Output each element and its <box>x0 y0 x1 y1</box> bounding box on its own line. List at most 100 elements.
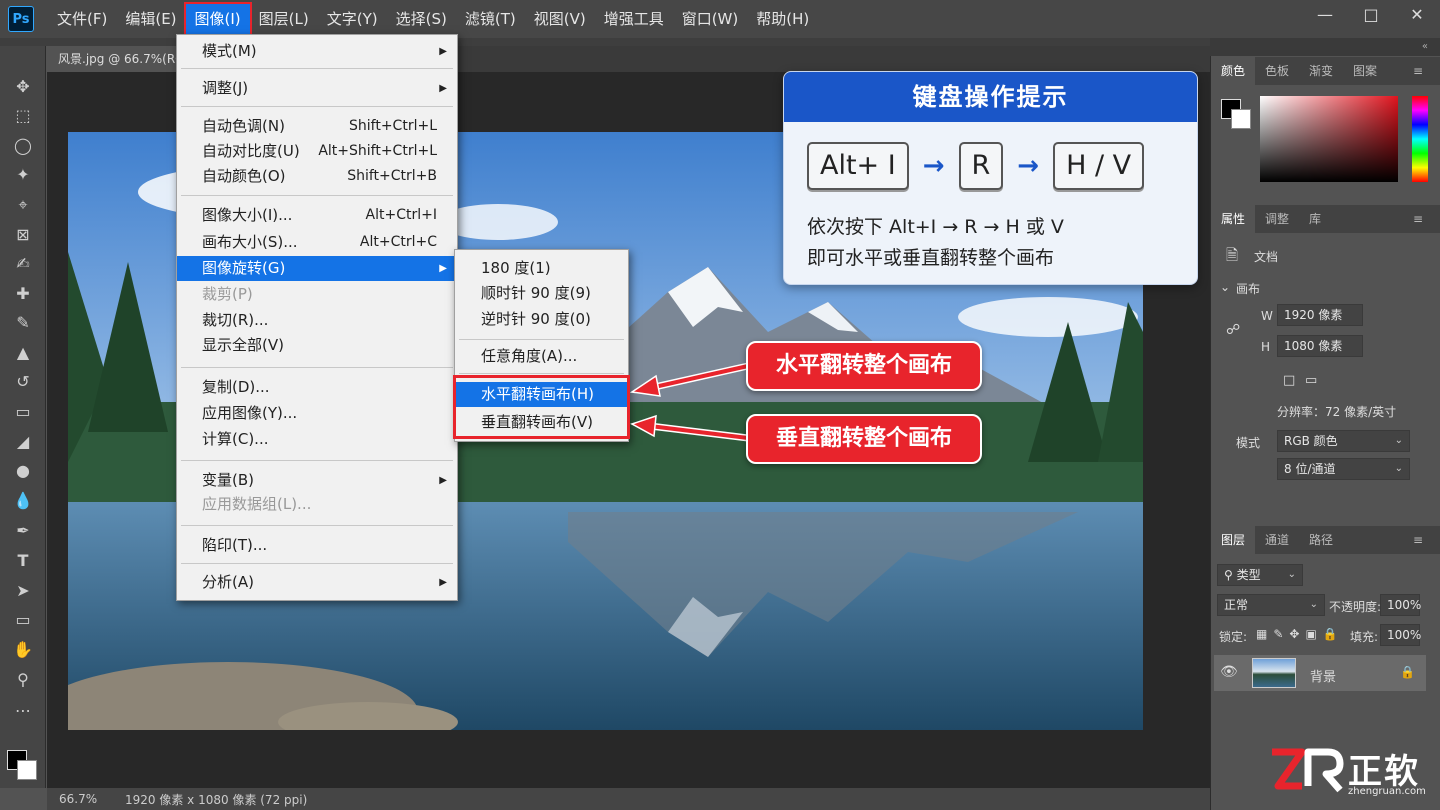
menu-item-label: 显示全部(V) <box>202 336 284 354</box>
brush-tool-icon[interactable]: ✎ <box>12 312 34 334</box>
color-panel-background[interactable] <box>1231 109 1251 129</box>
fill-field[interactable]: 100% <box>1380 624 1421 646</box>
tab-adjustments[interactable]: 调整 <box>1255 205 1299 233</box>
landscape-orientation-icon[interactable]: ▭ <box>1305 373 1317 388</box>
pen-tool-icon[interactable]: ✒ <box>12 520 34 542</box>
canvas-height-field[interactable]: 1080 像素 <box>1277 335 1363 357</box>
menu-item-auto-color[interactable]: 自动颜色(O) Shift+Ctrl+B <box>177 164 457 189</box>
chevron-down-icon: ⌄ <box>1309 599 1318 610</box>
menu-separator <box>181 525 453 526</box>
menu-filter[interactable]: 滤镜(T) <box>456 4 525 34</box>
paint-bucket-tool-icon[interactable]: ◢ <box>12 431 34 453</box>
tab-gradients[interactable]: 渐变 <box>1299 57 1343 85</box>
layer-row-background[interactable]: 👁 背景 🔒 <box>1214 655 1426 691</box>
color-picker-field[interactable] <box>1260 96 1398 182</box>
layer-filter-select[interactable]: ⚲ 类型 ⌄ <box>1217 564 1303 586</box>
menu-item-analysis[interactable]: 分析(A) ▶ <box>177 570 457 595</box>
zoom-tool-icon[interactable]: ⚲ <box>12 669 34 691</box>
bit-depth-select[interactable]: 8 位/通道 ⌄ <box>1277 458 1410 480</box>
blend-mode-select[interactable]: 正常 ⌄ <box>1217 594 1325 616</box>
type-tool-icon[interactable]: T <box>12 550 34 572</box>
lock-icon: 🔒 <box>1400 665 1415 679</box>
canvas-width-field[interactable]: 1920 像素 <box>1277 304 1363 326</box>
tab-paths[interactable]: 路径 <box>1299 526 1343 554</box>
menu-item-canvas-size[interactable]: 画布大小(S)... Alt+Ctrl+C <box>177 230 457 255</box>
menu-help[interactable]: 帮助(H) <box>747 4 818 34</box>
background-color-swatch[interactable] <box>17 760 37 780</box>
hue-slider[interactable] <box>1412 96 1428 182</box>
menu-window[interactable]: 窗口(W) <box>673 4 748 34</box>
menu-select[interactable]: 选择(S) <box>387 4 456 34</box>
document-tab[interactable]: 风景.jpg @ 66.7%(RGB <box>46 46 186 72</box>
lasso-tool-icon[interactable]: ◯ <box>12 135 34 157</box>
menu-edit[interactable]: 编辑(E) <box>116 4 185 34</box>
mode-label: 模式 <box>1236 436 1261 450</box>
menu-item-image-rotation[interactable]: 图像旋转(G) ▶ <box>177 256 457 281</box>
menu-image[interactable]: 图像(I) <box>183 2 252 36</box>
menu-item-auto-contrast[interactable]: 自动对比度(U) Alt+Shift+Ctrl+L <box>177 139 457 164</box>
opacity-field[interactable]: 100% <box>1380 594 1421 616</box>
maximize-icon[interactable]: □ <box>1348 0 1394 30</box>
menu-item-image-size[interactable]: 图像大小(I)... Alt+Ctrl+I <box>177 203 457 228</box>
menu-item-label: 分析(A) <box>202 573 254 591</box>
menu-type[interactable]: 文字(Y) <box>318 4 387 34</box>
dodge-tool-icon[interactable]: 💧 <box>12 490 34 512</box>
menu-item-trim[interactable]: 裁切(R)... <box>177 308 457 333</box>
frame-tool-icon[interactable]: ⊠ <box>12 224 34 246</box>
color-mode-select[interactable]: RGB 颜色 ⌄ <box>1277 430 1410 452</box>
marquee-tool-icon[interactable]: ⬚ <box>12 105 34 127</box>
tab-channels[interactable]: 通道 <box>1255 526 1299 554</box>
tab-swatches[interactable]: 色板 <box>1255 57 1299 85</box>
menu-view[interactable]: 视图(V) <box>525 4 595 34</box>
menu-item-apply-image[interactable]: 应用图像(Y)... <box>177 401 457 426</box>
menu-item-variables[interactable]: 变量(B) ▶ <box>177 468 457 493</box>
tab-layers[interactable]: 图层 <box>1211 526 1256 554</box>
rectangle-tool-icon[interactable]: ▭ <box>12 609 34 631</box>
crop-tool-icon[interactable]: ⌖ <box>12 194 34 216</box>
tab-color[interactable]: 颜色 <box>1211 57 1256 85</box>
menu-item-calculations[interactable]: 计算(C)... <box>177 427 457 452</box>
panel-menu-icon[interactable]: ≡ <box>1403 205 1433 233</box>
minimize-icon[interactable]: — <box>1302 0 1348 30</box>
menu-item-adjustments[interactable]: 调整(J) ▶ <box>177 76 457 101</box>
tab-properties[interactable]: 属性 <box>1211 205 1256 233</box>
zoom-readout[interactable]: 66.7% <box>47 792 109 806</box>
submenu-item-rotate-cw-90[interactable]: 顺时针 90 度(9) <box>455 281 628 306</box>
submenu-item-rotate-ccw-90[interactable]: 逆时针 90 度(0) <box>455 307 628 332</box>
collapse-panels-icon[interactable]: « <box>1210 38 1440 56</box>
eye-visibility-icon[interactable]: 👁 <box>1220 664 1238 680</box>
close-icon[interactable]: ✕ <box>1394 0 1440 30</box>
menu-item-shortcut: Alt+Shift+Ctrl+L <box>318 143 437 159</box>
healing-brush-tool-icon[interactable]: ✚ <box>12 283 34 305</box>
canvas-section-chevron-icon[interactable]: ⌄ <box>1220 280 1230 294</box>
stamp-tool-icon[interactable]: ▲ <box>12 342 34 364</box>
link-dimensions-icon[interactable]: ☍ <box>1226 322 1240 338</box>
panel-menu-icon[interactable]: ≡ <box>1403 57 1433 85</box>
panel-menu-icon[interactable]: ≡ <box>1403 526 1433 554</box>
hand-tool-icon[interactable]: ✋ <box>12 639 34 661</box>
submenu-item-rotate-180[interactable]: 180 度(1) <box>455 256 628 281</box>
menu-item-reveal-all[interactable]: 显示全部(V) <box>177 333 457 358</box>
menu-item-duplicate[interactable]: 复制(D)... <box>177 375 457 400</box>
quick-select-tool-icon[interactable]: ✦ <box>12 164 34 186</box>
move-tool-icon[interactable]: ✥ <box>12 76 34 98</box>
blur-tool-icon[interactable]: ● <box>12 460 34 482</box>
menu-file[interactable]: 文件(F) <box>48 4 116 34</box>
menu-item-mode[interactable]: 模式(M) ▶ <box>177 39 457 64</box>
lock-icons[interactable]: ▦✎✥▣🔒 <box>1256 627 1344 641</box>
submenu-item-arbitrary[interactable]: 任意角度(A)... <box>455 344 628 369</box>
menu-item-auto-tone[interactable]: 自动色调(N) Shift+Ctrl+L <box>177 114 457 139</box>
portrait-orientation-icon[interactable]: □ <box>1283 373 1295 388</box>
menu-layer[interactable]: 图层(L) <box>250 4 318 34</box>
eraser-tool-icon[interactable]: ▭ <box>12 401 34 423</box>
tip-line-1: 依次按下 Alt+I → R → H 或 V <box>807 216 1064 238</box>
eyedropper-tool-icon[interactable]: ✍ <box>12 253 34 275</box>
tab-libraries[interactable]: 库 <box>1299 205 1331 233</box>
menu-item-trap[interactable]: 陷印(T)... <box>177 533 457 558</box>
menu-enhance[interactable]: 增强工具 <box>595 4 673 34</box>
history-brush-tool-icon[interactable]: ↺ <box>12 371 34 393</box>
path-select-tool-icon[interactable]: ➤ <box>12 580 34 602</box>
more-tools-icon[interactable]: ⋯ <box>12 700 34 722</box>
tab-patterns[interactable]: 图案 <box>1343 57 1387 85</box>
menu-item-label: 陷印(T)... <box>202 536 268 554</box>
